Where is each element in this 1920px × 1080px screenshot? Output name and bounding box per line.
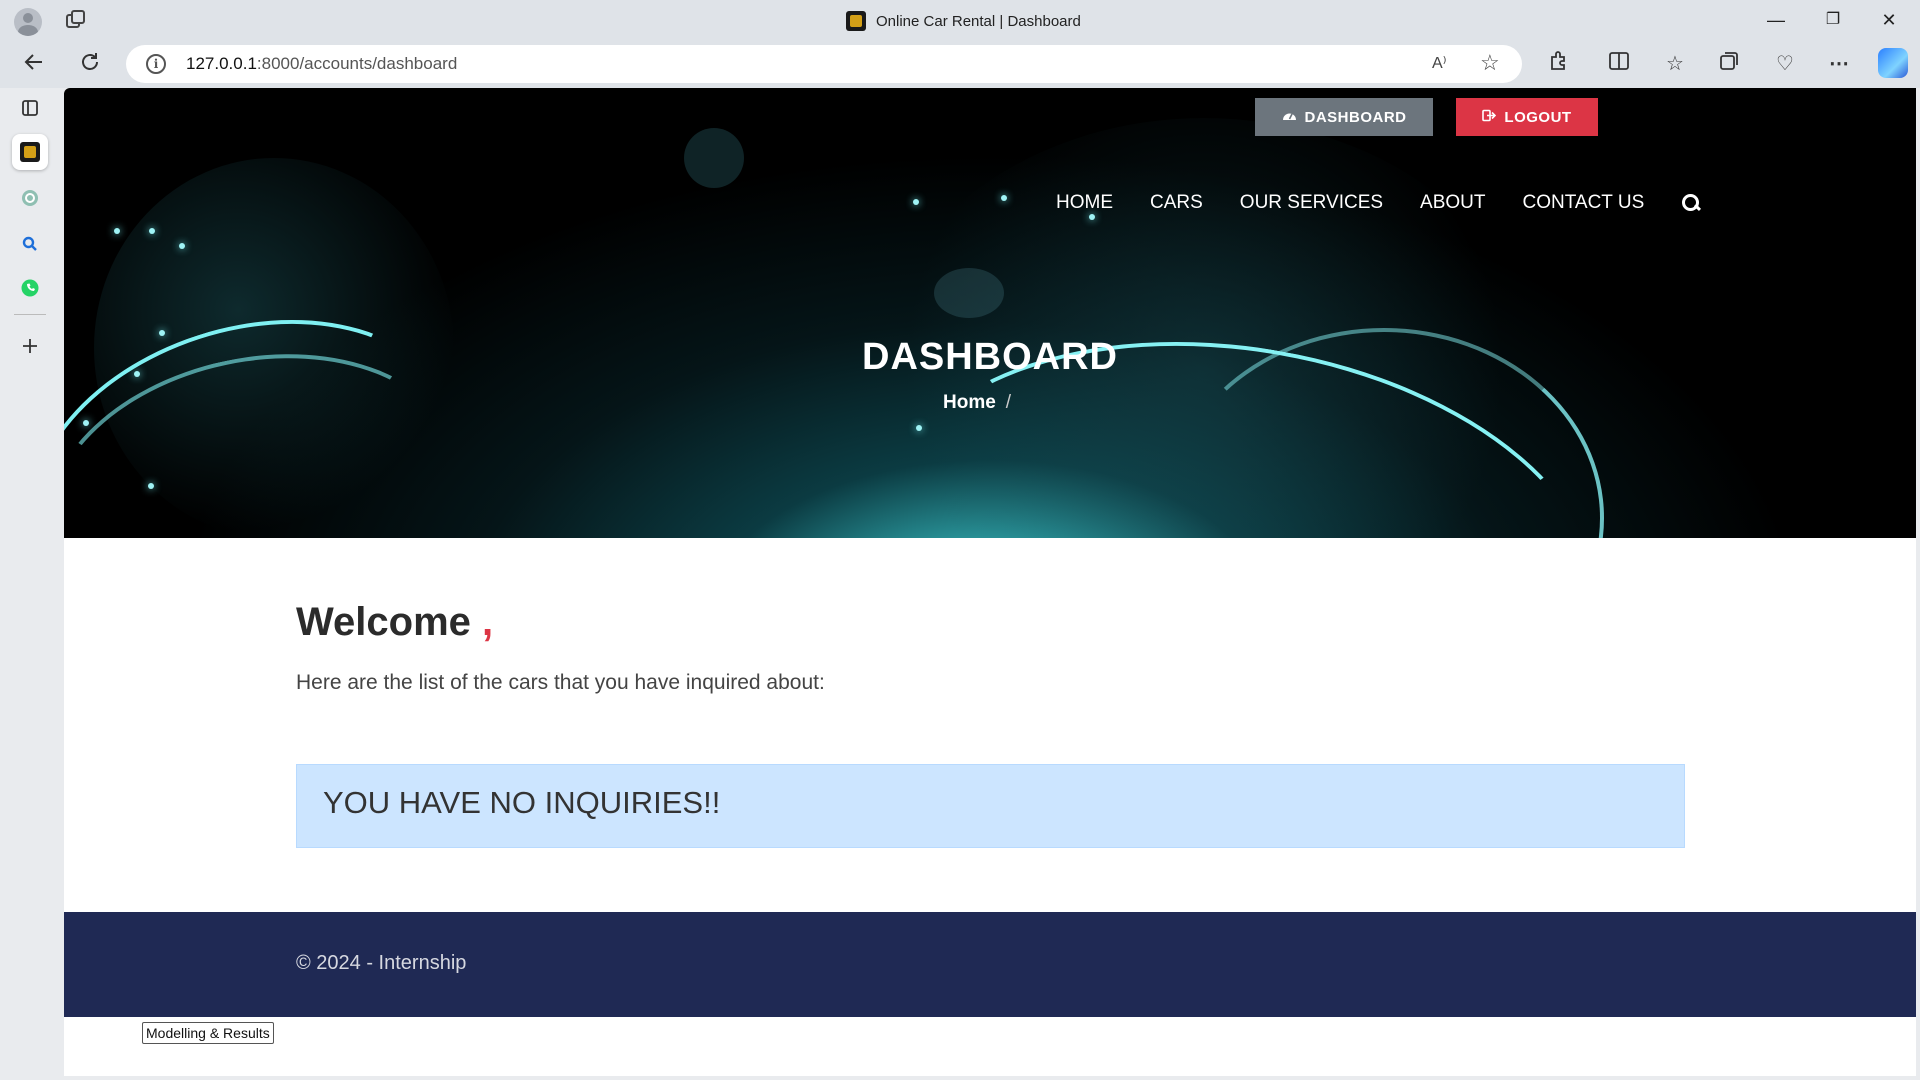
site-favicon-icon: [846, 11, 866, 31]
welcome-text: Welcome: [296, 600, 471, 644]
minimize-button[interactable]: —: [1753, 6, 1799, 34]
hero-banner: DASHBOARD LOGOUT HOME CARS OUR SERVICES …: [64, 88, 1916, 538]
logout-button-label: LOGOUT: [1504, 108, 1572, 126]
collections-icon[interactable]: [1714, 50, 1744, 78]
whatsapp-icon[interactable]: [12, 270, 48, 306]
read-aloud-icon[interactable]: A⁾: [1432, 53, 1447, 73]
no-inquiries-alert: YOU HAVE NO INQUIRIES!!: [296, 764, 1685, 848]
main-nav: HOME CARS OUR SERVICES ABOUT CONTACT US: [1056, 192, 1701, 214]
profile-icon[interactable]: [14, 8, 42, 36]
footer: © 2024 - Internship: [64, 912, 1916, 1017]
page-viewport: DASHBOARD LOGOUT HOME CARS OUR SERVICES …: [64, 88, 1916, 1076]
more-icon[interactable]: ⋯: [1824, 50, 1854, 78]
site-favicon-icon: [20, 142, 40, 162]
nav-our-services[interactable]: OUR SERVICES: [1240, 192, 1383, 214]
url-text[interactable]: 127.0.0.1:8000/accounts/dashboard: [186, 54, 457, 74]
bubble-decoration: [934, 268, 1004, 318]
copyright-text: © 2024 - Internship: [296, 952, 467, 974]
dashboard-button-label: DASHBOARD: [1304, 108, 1407, 126]
breadcrumb: Home /: [943, 392, 1011, 414]
tab-title: Online Car Rental | Dashboard: [876, 12, 1081, 30]
sidebar-divider: [14, 314, 46, 315]
nav-home[interactable]: HOME: [1056, 192, 1113, 214]
sparkle-decoration: [149, 228, 155, 234]
back-icon[interactable]: [20, 50, 48, 78]
sparkle-decoration: [916, 425, 922, 431]
page-title: DASHBOARD: [862, 336, 1118, 378]
address-bar[interactable]: i 127.0.0.1:8000/accounts/dashboard A⁾ ☆: [126, 45, 1522, 83]
dashboard-button[interactable]: DASHBOARD: [1255, 98, 1433, 136]
refresh-icon[interactable]: [76, 50, 104, 78]
nav-about[interactable]: ABOUT: [1420, 192, 1485, 214]
site-tab-icon[interactable]: [12, 134, 48, 170]
search-icon[interactable]: [1681, 193, 1701, 213]
welcome-heading: Welcome ,: [296, 600, 493, 645]
logout-icon: [1482, 109, 1497, 126]
nav-contact-us[interactable]: CONTACT US: [1523, 192, 1645, 214]
tooltip: Modelling & Results: [142, 1022, 274, 1044]
sparkle-decoration: [148, 483, 154, 489]
browser-essentials-icon[interactable]: ♡: [1770, 50, 1800, 78]
site-info-icon[interactable]: i: [146, 54, 166, 74]
restore-button[interactable]: ❐: [1810, 6, 1856, 34]
split-screen-icon[interactable]: [1604, 50, 1634, 78]
browser-sidebar: [0, 88, 60, 1080]
window-title: Online Car Rental | Dashboard: [846, 10, 1081, 32]
extensions-icon[interactable]: [1544, 50, 1574, 78]
chatgpt-icon[interactable]: [12, 180, 48, 216]
favorite-star-icon[interactable]: ☆: [1480, 50, 1500, 76]
breadcrumb-home[interactable]: Home: [943, 392, 996, 413]
sparkle-decoration: [1089, 214, 1095, 220]
sparkle-decoration: [913, 199, 919, 205]
tab-actions-icon[interactable]: [66, 10, 88, 30]
bubble-decoration: [684, 128, 744, 188]
dashboard-icon: [1282, 109, 1297, 126]
sparkle-decoration: [179, 243, 185, 249]
sparkle-decoration: [1001, 195, 1007, 201]
search-icon[interactable]: [12, 226, 48, 262]
inquiries-intro-text: Here are the list of the cars that you h…: [296, 671, 825, 694]
favorites-icon[interactable]: ☆: [1660, 50, 1690, 78]
sparkle-decoration: [83, 420, 89, 426]
logout-button[interactable]: LOGOUT: [1456, 98, 1598, 136]
sparkle-decoration: [114, 228, 120, 234]
breadcrumb-separator: /: [1005, 392, 1012, 413]
close-button[interactable]: ✕: [1866, 6, 1912, 34]
browser-toolbar: i 127.0.0.1:8000/accounts/dashboard A⁾ ☆…: [0, 40, 1920, 88]
nav-cars[interactable]: CARS: [1150, 192, 1203, 214]
welcome-username: ,: [482, 600, 494, 644]
tab-list-icon[interactable]: [12, 90, 48, 126]
browser-titlebar: Online Car Rental | Dashboard — ❐ ✕: [0, 0, 1920, 40]
copilot-icon[interactable]: [1878, 48, 1908, 78]
add-icon[interactable]: [12, 328, 48, 364]
alert-text: YOU HAVE NO INQUIRIES!!: [323, 785, 721, 820]
